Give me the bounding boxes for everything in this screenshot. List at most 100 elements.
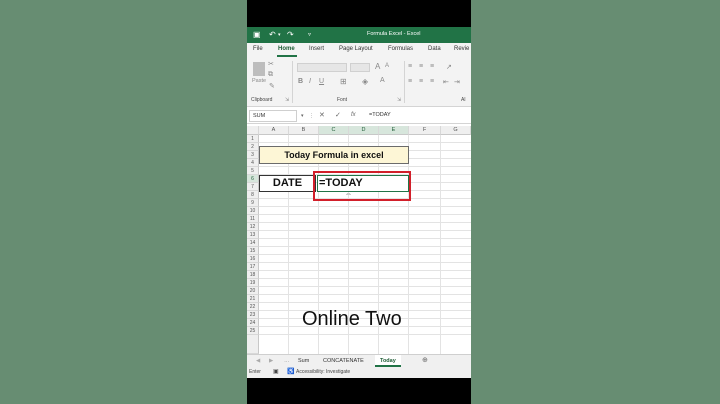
clipboard-launcher-icon[interactable]: ⇲ (285, 97, 289, 103)
tab-file[interactable]: File (253, 46, 263, 52)
row-header[interactable]: 13 (247, 231, 259, 239)
row-header[interactable]: 22 (247, 303, 259, 311)
row-header[interactable]: 12 (247, 223, 259, 231)
name-box[interactable]: SUM (249, 110, 297, 122)
tab-review[interactable]: Revie (454, 46, 469, 52)
excel-window: ▣ ↶ ▾ ↷ ▿ Formula Excel - Excel File Hom… (247, 0, 471, 404)
sheet-tab-sum[interactable]: Sum (293, 355, 314, 367)
align-middle-icon[interactable]: ≡ (419, 63, 423, 70)
fill-color-icon[interactable]: ◈ (362, 77, 368, 86)
sheet-tab-concatenate[interactable]: CONCATENATE (318, 355, 369, 367)
row-header[interactable]: 6 (247, 175, 259, 183)
save-icon[interactable]: ▣ (253, 30, 261, 40)
font-grow-icon[interactable]: A (375, 62, 380, 71)
row-header[interactable]: 8 (247, 191, 259, 199)
font-shrink-icon[interactable]: A (385, 63, 389, 69)
tab-home[interactable]: Home (278, 46, 295, 52)
formula-bar: SUM ▾ ⋮ ✕ ✓ fx =TODAY (247, 108, 471, 124)
column-header-g[interactable]: G (441, 126, 471, 135)
row-header[interactable]: 21 (247, 295, 259, 303)
cancel-icon[interactable]: ✕ (319, 111, 325, 119)
row-header[interactable]: 15 (247, 247, 259, 255)
undo-dropdown-icon[interactable]: ▾ (278, 30, 281, 40)
font-launcher-icon[interactable]: ⇲ (397, 97, 401, 103)
row-header[interactable]: 16 (247, 255, 259, 263)
date-label-cell[interactable]: DATE (259, 175, 316, 192)
align-top-icon[interactable]: ≡ (408, 63, 412, 70)
column-header-b[interactable]: B (289, 126, 319, 135)
font-name-box[interactable] (297, 63, 347, 72)
accessibility-icon[interactable]: ♿ (287, 368, 294, 375)
decrease-indent-icon[interactable]: ⇤ (443, 78, 449, 86)
ribbon-separator (404, 61, 405, 103)
row-header[interactable]: 11 (247, 215, 259, 223)
tab-insert[interactable]: Insert (309, 46, 324, 52)
align-bottom-icon[interactable]: ≡ (430, 63, 434, 70)
column-header-a[interactable]: A (259, 126, 289, 135)
sheet-tab-today[interactable]: Today (375, 355, 401, 367)
row-header[interactable]: 24 (247, 319, 259, 327)
copy-icon[interactable]: ⧉ (268, 71, 273, 79)
row-header[interactable]: 25 (247, 327, 259, 335)
row-header[interactable]: 23 (247, 311, 259, 319)
customize-icon[interactable]: ▿ (308, 30, 311, 40)
select-all-corner[interactable] (247, 126, 259, 135)
title-bar: ▣ ↶ ▾ ↷ ▿ Formula Excel - Excel (247, 27, 471, 43)
gridline (408, 135, 409, 354)
row-header[interactable]: 3 (247, 151, 259, 159)
name-box-dropdown-icon[interactable]: ▾ (301, 113, 304, 119)
insert-function-icon[interactable]: fx (351, 112, 356, 118)
bottom-bar (247, 378, 471, 404)
italic-button[interactable]: I (309, 78, 311, 85)
ribbon: Paste ✂ ⧉ ✎ Clipboard ⇲ A A B I U ⊞ ◈ A … (247, 57, 471, 107)
row-header[interactable]: 20 (247, 287, 259, 295)
align-right-icon[interactable]: ≡ (430, 78, 434, 85)
paste-icon[interactable] (253, 62, 265, 76)
column-header-f[interactable]: F (409, 126, 441, 135)
next-sheet-icon[interactable]: ▶ (264, 355, 278, 367)
align-left-icon[interactable]: ≡ (408, 78, 412, 85)
tab-page-layout[interactable]: Page Layout (339, 46, 373, 52)
undo-icon[interactable]: ↶ (269, 30, 276, 40)
row-header[interactable]: 5 (247, 167, 259, 175)
format-painter-icon[interactable]: ✎ (269, 82, 275, 90)
macro-record-icon[interactable]: ▣ (273, 368, 279, 375)
column-header-e[interactable]: E (379, 126, 409, 135)
add-sheet-icon[interactable]: ⊕ (417, 355, 433, 367)
tab-data[interactable]: Data (428, 46, 441, 52)
gridline (259, 270, 471, 271)
gridline (259, 222, 471, 223)
row-header[interactable]: 10 (247, 207, 259, 215)
redo-icon[interactable]: ↷ (287, 30, 294, 40)
gridline (259, 286, 471, 287)
enter-icon[interactable]: ✓ (335, 111, 341, 119)
align-center-icon[interactable]: ≡ (419, 78, 423, 85)
row-header[interactable]: 17 (247, 263, 259, 271)
row-header[interactable]: 18 (247, 271, 259, 279)
column-header-d[interactable]: D (349, 126, 379, 135)
increase-indent-icon[interactable]: ⇥ (454, 78, 460, 86)
row-header[interactable]: 19 (247, 279, 259, 287)
formula-input[interactable]: =TODAY (369, 112, 391, 118)
orientation-icon[interactable]: ↗ (446, 63, 452, 71)
clipboard-group-label: Clipboard (251, 97, 273, 103)
tab-formulas[interactable]: Formulas (388, 46, 413, 52)
title-cell[interactable]: Today Formula in excel (259, 146, 409, 164)
paste-label[interactable]: Paste (252, 78, 266, 84)
accessibility-status[interactable]: Accessibility: Investigate (296, 369, 350, 375)
bold-button[interactable]: B (298, 78, 303, 85)
row-header[interactable]: 14 (247, 239, 259, 247)
row-header[interactable]: 4 (247, 159, 259, 167)
gridline (440, 135, 441, 354)
row-header[interactable]: 9 (247, 199, 259, 207)
font-size-box[interactable] (350, 63, 370, 72)
cut-icon[interactable]: ✂ (268, 60, 274, 68)
spreadsheet-grid[interactable]: A B C D E F G 1 2 3 4 5 6 7 8 9 10 11 12… (247, 126, 471, 354)
borders-icon[interactable]: ⊞ (340, 77, 347, 86)
row-header[interactable]: 1 (247, 135, 259, 143)
font-color-icon[interactable]: A (380, 77, 385, 84)
row-header[interactable]: 7 (247, 183, 259, 191)
underline-button[interactable]: U (319, 78, 324, 85)
column-header-c[interactable]: C (319, 126, 349, 135)
row-header[interactable]: 2 (247, 143, 259, 151)
